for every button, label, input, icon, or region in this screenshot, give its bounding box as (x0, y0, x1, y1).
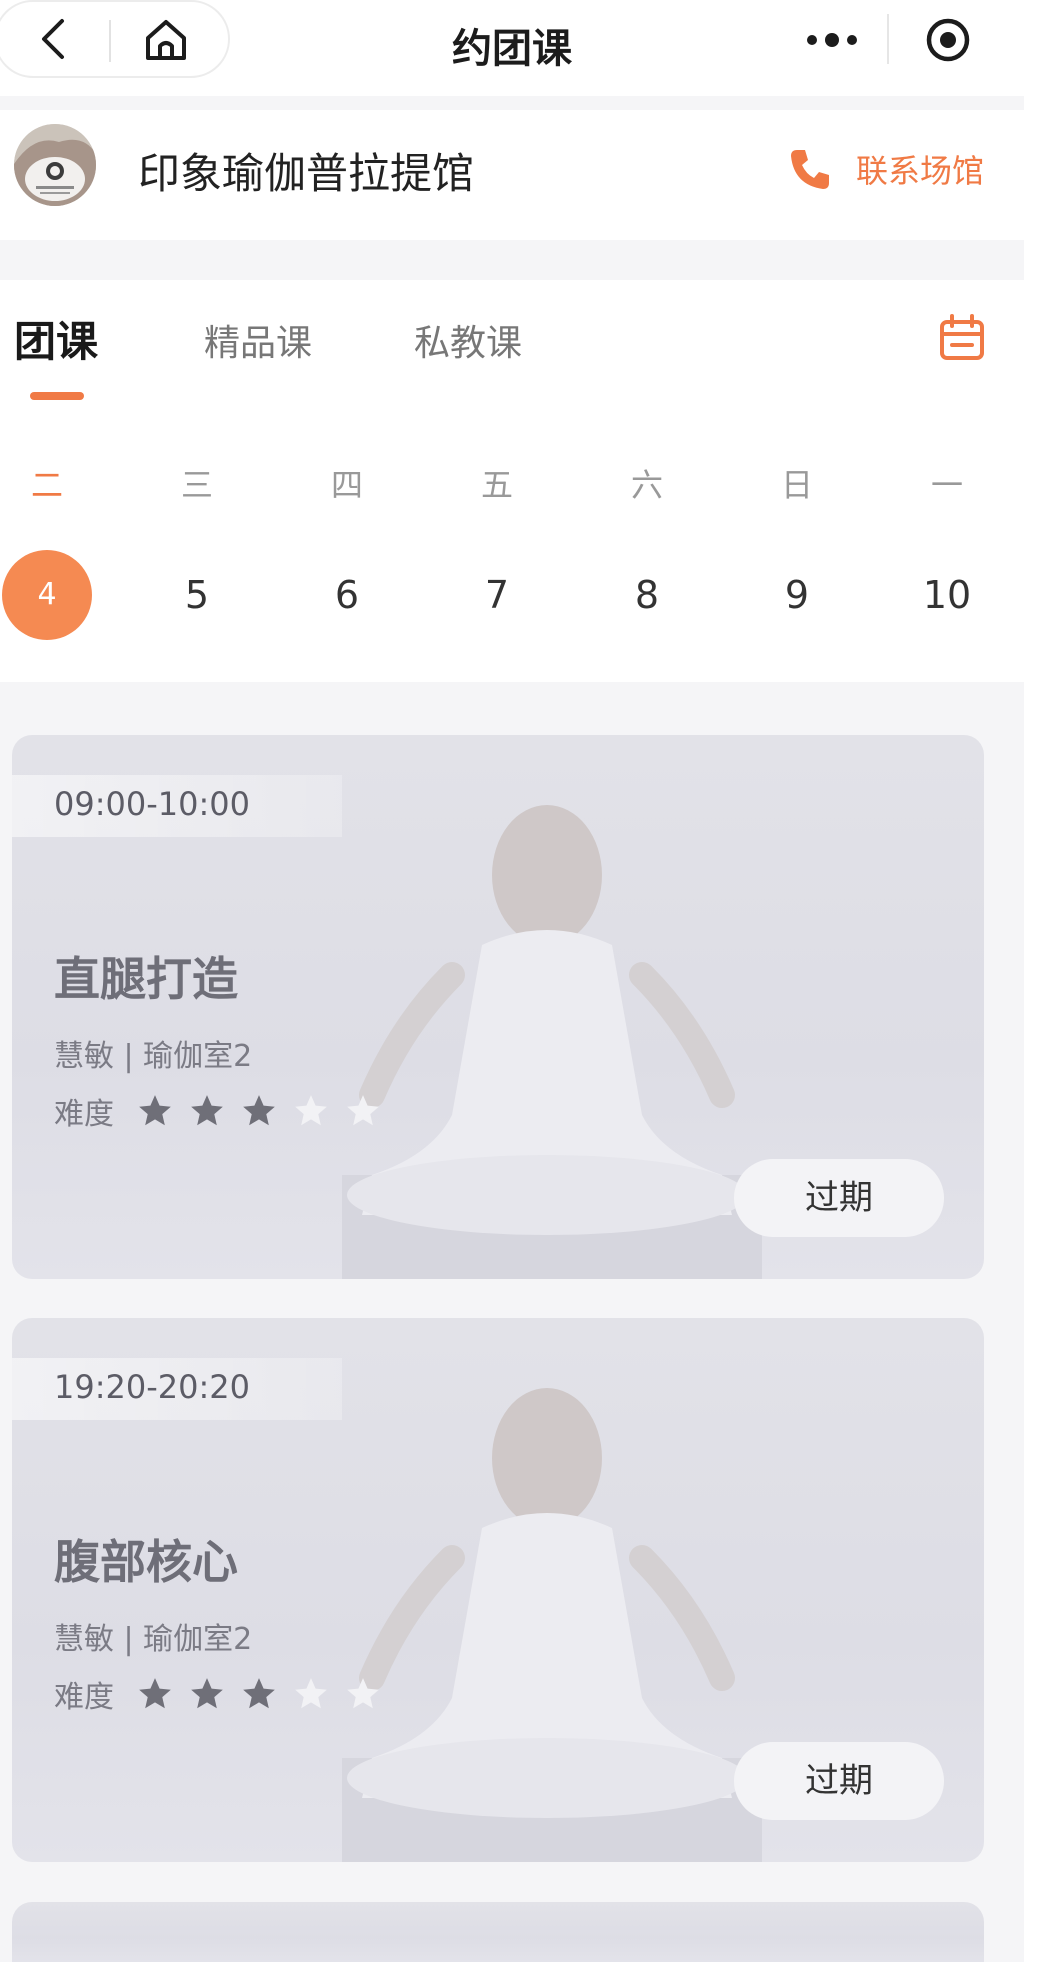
class-time: 19:20-20:20 (54, 1368, 250, 1406)
difficulty-label: 难度 (54, 1680, 114, 1715)
class-card[interactable]: 09:00-10:00 直腿打造 慧敏 | 瑜伽室2 难度 过期 (12, 735, 984, 1279)
class-name: 直腿打造 (54, 952, 238, 1006)
studio-header: 印象瑜伽普拉提馆 联系场馆 (0, 110, 1024, 240)
tab-group-class[interactable]: 团课 (14, 308, 98, 369)
star-filled-icon (139, 1678, 171, 1709)
star-empty-icon (295, 1678, 327, 1709)
weekday-label: 日 (780, 466, 813, 504)
weekday-label: 三 (180, 466, 213, 504)
star-empty-icon (295, 1095, 327, 1126)
weekday-label: 六 (630, 466, 663, 504)
difficulty-label: 难度 (54, 1097, 114, 1132)
top-nav-bar: 约团课 (0, 0, 1024, 96)
studio-name: 印象瑜伽普拉提馆 (138, 149, 475, 198)
yoga-meditation-image (342, 1388, 762, 1862)
weekday-label: 四 (330, 466, 363, 504)
date-number: 6 (334, 573, 360, 617)
expired-status-button[interactable]: 过期 (734, 1159, 944, 1237)
date-number: 8 (634, 573, 660, 617)
class-time: 09:00-10:00 (54, 785, 250, 823)
more-menu-button[interactable] (800, 18, 864, 62)
page-title: 约团课 (452, 26, 572, 72)
target-circle-icon (926, 18, 970, 62)
star-filled-icon (191, 1678, 223, 1709)
close-miniprogram-button[interactable] (918, 12, 978, 68)
date-number: 5 (184, 573, 210, 617)
star-empty-icon (347, 1095, 379, 1126)
course-type-tabs: 团课 精品课 私教课 (0, 280, 1024, 400)
right-edge-strip (1024, 0, 1039, 1962)
difficulty-stars (136, 1092, 382, 1130)
studio-logo-icon (14, 124, 96, 206)
date-number: 7 (484, 573, 510, 617)
contact-venue-label: 联系场馆 (855, 152, 984, 190)
class-card-partial[interactable] (12, 1902, 984, 1962)
class-coach-room: 慧敏 | 瑜伽室2 (54, 1622, 253, 1657)
studio-avatar (14, 124, 96, 206)
menu-divider (887, 14, 889, 64)
contact-venue-button[interactable]: 联系场馆 (788, 146, 984, 192)
class-card[interactable]: 19:20-20:20 腹部核心 慧敏 | 瑜伽室2 难度 过期 (12, 1318, 984, 1862)
tab-private-class[interactable]: 私教课 (414, 314, 522, 366)
class-name: 腹部核心 (54, 1535, 238, 1589)
weekday-label: 一 (930, 466, 963, 504)
week-date-picker: 二 4 三 5 四 6 五 7 六 8 日 9 一 10 (0, 400, 1024, 682)
star-filled-icon (139, 1095, 171, 1126)
active-tab-indicator (30, 392, 84, 400)
date-number: 10 (922, 573, 972, 617)
calendar-icon (940, 314, 984, 360)
weekday-label: 五 (480, 466, 513, 504)
tab-premium-class[interactable]: 精品课 (204, 314, 312, 366)
date-number: 9 (784, 573, 810, 617)
weekday-label: 二 (30, 466, 63, 504)
class-coach-room: 慧敏 | 瑜伽室2 (54, 1039, 253, 1074)
star-filled-icon (243, 1678, 275, 1709)
date-number: 4 (2, 550, 92, 640)
difficulty-rating: 难度 (54, 1672, 382, 1716)
star-empty-icon (347, 1678, 379, 1709)
yoga-meditation-image (342, 805, 762, 1279)
difficulty-rating: 难度 (54, 1089, 382, 1133)
difficulty-stars (136, 1675, 382, 1713)
phone-icon (790, 150, 829, 189)
star-filled-icon (243, 1095, 275, 1126)
star-filled-icon (191, 1095, 223, 1126)
page: 约团课 印象瑜伽普拉提馆 联系场馆 团课 精品课 私教课 二 4 三 5 四 6… (0, 0, 1024, 1962)
expired-status-button[interactable]: 过期 (734, 1742, 944, 1820)
more-dots-icon (807, 33, 857, 47)
calendar-button[interactable] (938, 314, 986, 366)
